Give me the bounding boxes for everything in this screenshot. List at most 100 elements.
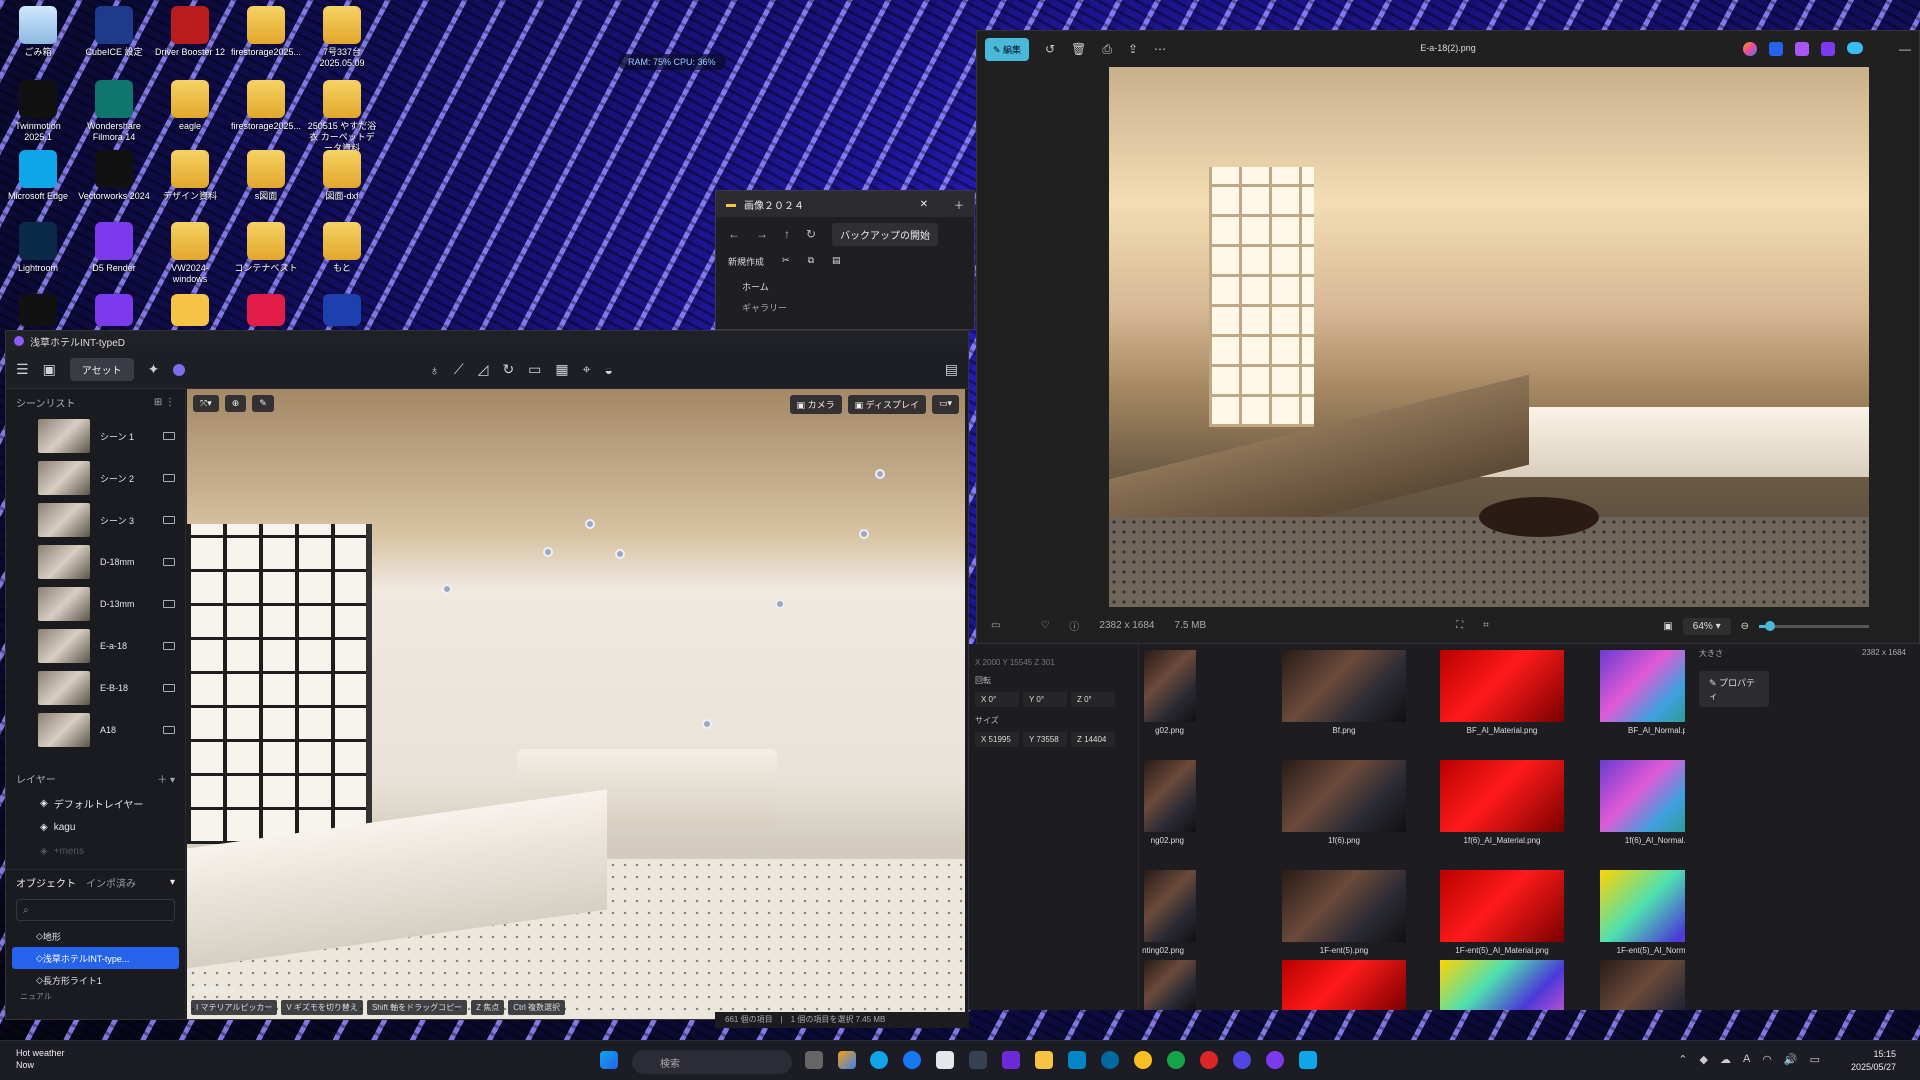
scene-item[interactable]: E-a-18: [6, 625, 185, 667]
render-icon[interactable]: ▤: [945, 361, 958, 378]
properties-button[interactable]: ✎ プロパティ: [1699, 671, 1769, 707]
light-marker[interactable]: [775, 599, 785, 609]
start-icon[interactable]: [600, 1051, 618, 1069]
desktop-icon[interactable]: VW2024-windows: [154, 222, 226, 285]
explorer-home-item[interactable]: ホーム: [716, 272, 974, 301]
menu-icon[interactable]: ☰: [16, 361, 29, 378]
zoom-select[interactable]: 64% ▾: [1682, 618, 1731, 635]
object-item[interactable]: ◇ 地形: [6, 925, 185, 947]
clipchamp-icon[interactable]: [1795, 42, 1809, 56]
layer-item[interactable]: ◈ kagu: [6, 815, 185, 839]
desktop-icon[interactable]: 図面-dxf: [306, 150, 378, 202]
rotation-y[interactable]: Y 0°: [1023, 692, 1067, 707]
copilot-icon[interactable]: [1743, 42, 1757, 56]
file-tile[interactable]: BF_AI_Material.png: [1422, 650, 1582, 735]
cubeice-taskbar-icon[interactable]: [1101, 1051, 1119, 1069]
desktop-icon[interactable]: 7号337台 2025.05.09: [306, 6, 378, 69]
desktop-icon[interactable]: CubeICE 設定: [78, 6, 150, 58]
desktop-icon[interactable]: s図面: [230, 150, 302, 202]
screenshot-icon[interactable]: ▣: [1663, 621, 1672, 632]
desktop-icon[interactable]: [2, 294, 74, 329]
size-y[interactable]: Y 73558: [1023, 732, 1067, 747]
camera-icon[interactable]: [163, 684, 175, 692]
desktop-icon[interactable]: Microsoft Edge: [2, 150, 74, 202]
render-viewport[interactable]: ⤧▾ ⊕ ✎ ▣ カメラ ▣ ディスプレイ ▭▾ 移動速度: 5 I マテリアル…: [187, 389, 965, 1019]
brush-icon[interactable]: ◿: [478, 361, 489, 378]
photos-viewer-window[interactable]: ✎ 編集 ↺ 🗑 ⎙ ⇪ ⋯ — E-a-18(2).png ▭ ♡ ⓘ 238…: [976, 30, 1920, 644]
app2-icon[interactable]: [1134, 1051, 1152, 1069]
desktop-icon[interactable]: firestorage2025...: [230, 80, 302, 132]
d5-taskbar-icon[interactable]: [1266, 1051, 1284, 1069]
file-tile[interactable]: 1F-ent(5)_AI_Material.png: [1422, 870, 1582, 955]
explorer-tab[interactable]: ▬ 画像２０２４ ✕ ＋: [716, 191, 974, 217]
camera-icon[interactable]: [163, 516, 175, 524]
filmstrip-icon[interactable]: ▭: [991, 620, 1000, 631]
rotation-x[interactable]: X 0°: [975, 692, 1019, 707]
volume-icon[interactable]: 🔊: [1784, 1053, 1798, 1066]
file-tile[interactable]: 1f(6)_AI_Material.png: [1422, 760, 1582, 845]
desktop-icon[interactable]: ごみ箱: [2, 6, 74, 58]
save-icon[interactable]: ▣: [43, 361, 56, 378]
refresh-icon[interactable]: ↻: [806, 227, 816, 241]
rotate-icon[interactable]: ↺: [1045, 42, 1055, 56]
explorer-taskbar-icon[interactable]: [1035, 1051, 1053, 1069]
zoom-slider-thumb[interactable]: [1765, 621, 1775, 631]
desktop-icon[interactable]: デザイン資料: [154, 150, 226, 202]
desktop-icon[interactable]: [154, 294, 226, 329]
camera-icon[interactable]: [163, 600, 175, 608]
paste-icon[interactable]: ▤: [832, 255, 841, 268]
file-tile[interactable]: Bf.png: [1264, 650, 1424, 735]
explorer-gallery-item[interactable]: ギャラリー: [716, 301, 974, 314]
zoom-slider[interactable]: [1759, 621, 1869, 631]
up-icon[interactable]: ↑: [784, 227, 790, 241]
desktop-icon[interactable]: firestorage2025...: [230, 6, 302, 58]
backup-button[interactable]: バックアップの開始: [832, 222, 939, 246]
fit-icon[interactable]: ⛶: [1456, 620, 1463, 631]
clipchamp2-icon[interactable]: [1821, 42, 1835, 56]
terrain-icon[interactable]: ◒: [605, 362, 613, 378]
transform-icon[interactable]: ⤧▾: [193, 395, 219, 412]
new-tab-icon[interactable]: ＋: [954, 197, 964, 212]
weather-widget[interactable]: Hot weather Now: [16, 1047, 65, 1071]
ai-icon[interactable]: ✦: [148, 361, 160, 378]
more-icon[interactable]: ⋯: [1154, 42, 1166, 56]
path-icon[interactable]: ⟋: [454, 361, 464, 378]
asset-button[interactable]: アセット: [69, 358, 134, 381]
light-marker[interactable]: [875, 469, 885, 479]
desktop-icon[interactable]: Lightroom: [2, 222, 74, 274]
designer-icon[interactable]: [1769, 42, 1783, 56]
chevron-up-icon[interactable]: ⌃: [1678, 1053, 1687, 1066]
forward-icon[interactable]: →: [756, 227, 768, 241]
taskview-icon[interactable]: [805, 1051, 823, 1069]
scene-item[interactable]: D-13mm: [6, 583, 185, 625]
desktop-icon[interactable]: Driver Booster 12: [154, 6, 226, 58]
cloud-icon[interactable]: ☁: [1720, 1053, 1731, 1066]
app4-icon[interactable]: [1233, 1051, 1251, 1069]
light-marker[interactable]: [702, 719, 712, 729]
layer-item[interactable]: ◈ デフォルトレイヤー: [6, 791, 185, 815]
size-z[interactable]: Z 14404: [1071, 732, 1115, 747]
cut-icon[interactable]: ✂: [782, 255, 790, 268]
light-marker[interactable]: [585, 519, 595, 529]
scene-item[interactable]: シーン 2: [6, 457, 185, 499]
crop-icon[interactable]: ⌗: [1483, 620, 1489, 631]
edge-icon[interactable]: [870, 1051, 888, 1069]
rotation-z[interactable]: Z 0°: [1071, 692, 1115, 707]
edit-button[interactable]: ✎ 編集: [985, 37, 1030, 61]
objects-filter[interactable]: インポ済み: [86, 879, 136, 890]
rotate-icon[interactable]: ↻: [502, 361, 514, 378]
print-icon[interactable]: ⎙: [1102, 42, 1112, 57]
camera-icon[interactable]: [163, 642, 175, 650]
layer-item[interactable]: ◈ +mens: [6, 839, 185, 863]
desktop-icon[interactable]: [78, 294, 150, 329]
share-icon[interactable]: ⇪: [1128, 42, 1138, 56]
file-tile[interactable]: [1422, 960, 1582, 1014]
driverbooster-taskbar-icon[interactable]: [1200, 1051, 1218, 1069]
desktop-icon[interactable]: Wondershare Filmora 14: [78, 80, 150, 143]
light-marker[interactable]: [859, 529, 869, 539]
camera-tool-icon[interactable]: ▭: [528, 361, 541, 378]
back-icon[interactable]: ←: [728, 227, 740, 241]
info-icon[interactable]: ⓘ: [1069, 618, 1079, 633]
light-marker[interactable]: [442, 584, 452, 594]
tray-app-icon[interactable]: ◆: [1699, 1053, 1707, 1066]
